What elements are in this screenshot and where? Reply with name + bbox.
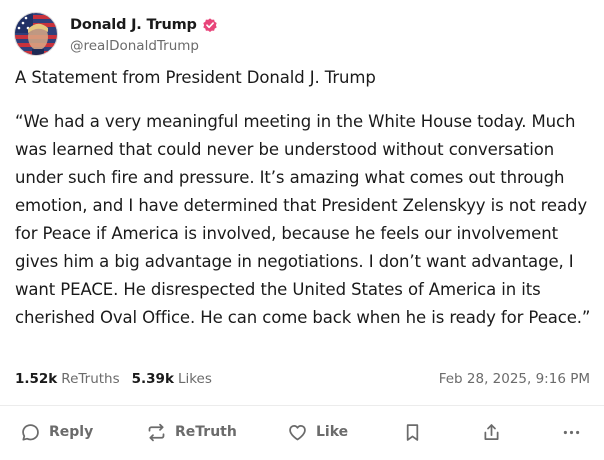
post-body: “We had a very meaningful meeting in the… [15,112,591,327]
verified-badge-icon [202,17,218,33]
bookmark-button[interactable] [402,412,423,452]
heart-icon [287,422,308,443]
post-timestamp[interactable]: Feb 28, 2025, 9:16 PM [439,371,590,387]
likes-count: 5.39k [131,371,174,387]
action-bar: Reply ReTruth Like [0,412,604,452]
post-header: Donald J. Trump @realDonaldTrump [14,12,218,56]
likes-label: Likes [177,371,212,387]
reply-icon [20,422,41,443]
more-icon [561,422,582,443]
share-button[interactable] [481,412,502,452]
reply-button[interactable]: Reply [20,412,93,452]
divider [0,405,604,406]
share-icon [481,422,502,443]
likes-stat[interactable]: 5.39k Likes [132,371,212,387]
author-handle[interactable]: @realDonaldTrump [70,38,218,54]
more-options-button[interactable] [561,412,582,452]
post-stats: 1.52k ReTruths 5.39k Likes Feb 28, 2025, 9… [15,369,590,389]
like-label: Like [316,424,349,440]
avatar[interactable] [14,12,58,56]
display-name[interactable]: Donald J. Trump [70,17,197,33]
retruth-icon [146,422,167,443]
retruth-label: ReTruth [175,424,237,440]
retruth-button[interactable]: ReTruth [146,412,237,452]
retruths-label: ReTruths [61,371,120,387]
post-title: A Statement from President Donald J. Tru… [15,68,376,87]
bookmark-icon [402,422,423,443]
display-name-row: Donald J. Trump [70,15,218,35]
retruths-count: 1.52k [15,371,58,387]
like-button[interactable]: Like [287,412,348,452]
retruths-stat[interactable]: 1.52k ReTruths [15,371,120,387]
post-card: Donald J. Trump @realDonaldTrump A State… [0,0,604,460]
reply-label: Reply [49,424,94,440]
author-names: Donald J. Trump @realDonaldTrump [70,15,218,54]
